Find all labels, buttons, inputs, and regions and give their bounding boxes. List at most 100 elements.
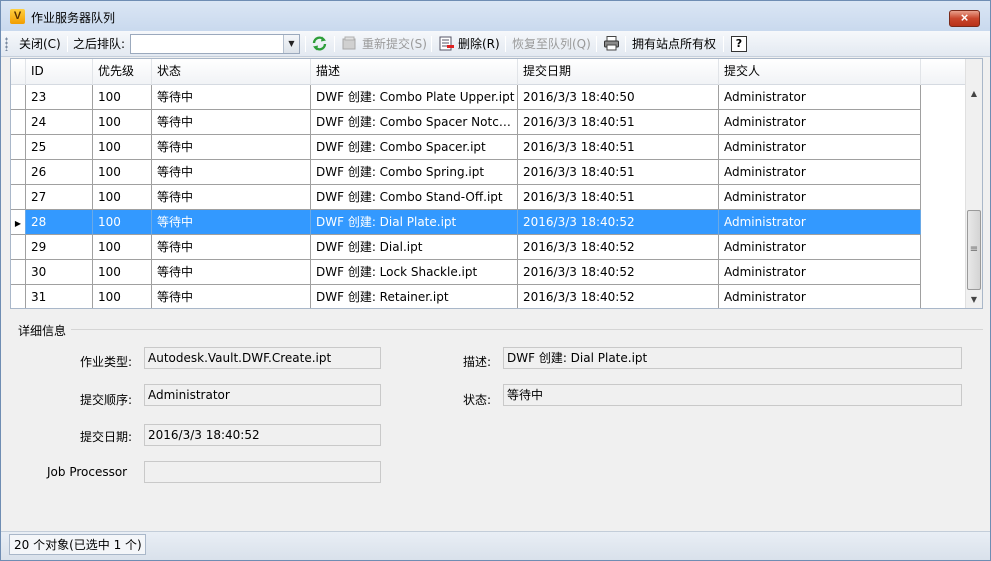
cell-status: 等待中	[152, 135, 311, 160]
status-object-count: 20 个对象(已选中 1 个)	[9, 534, 146, 555]
column-header-priority[interactable]: 优先级	[93, 59, 152, 85]
requeue-after-combo[interactable]: ▼	[130, 34, 300, 54]
table-row[interactable]: 27 100 等待中 DWF 创建: Combo Stand-Off.ipt 2016/…	[11, 185, 971, 210]
job-type-field[interactable]: Autodesk.Vault.DWF.Create.ipt	[144, 347, 381, 369]
cell-id: 23	[26, 85, 93, 110]
description-field[interactable]: DWF 创建: Dial Plate.ipt	[503, 347, 962, 369]
cell-priority: 100	[93, 110, 152, 135]
cell-submit-date: 2016/3/3 18:40:52	[518, 260, 719, 285]
job-type-label: 作业类型:	[80, 355, 133, 369]
table-row[interactable]: 23 100 等待中 DWF 创建: Combo Plate Upper.ipt 201…	[11, 85, 971, 110]
restore-to-queue-button[interactable]: 恢复至队列(Q)	[512, 35, 591, 53]
delete-button[interactable]: 删除(R)	[458, 35, 500, 53]
toolbar-separator	[625, 36, 626, 52]
job-queue-grid: ID 优先级 状态 描述 提交日期 提交人 23 100 等待中 DWF 创建: Co…	[10, 58, 983, 309]
grid-header: ID 优先级 状态 描述 提交日期 提交人	[11, 59, 971, 85]
cell-submitter: Administrator	[719, 210, 921, 235]
current-row-indicator-icon: ▶	[14, 219, 22, 228]
cell-submitter: Administrator	[719, 135, 921, 160]
title-bar[interactable]: V 作业服务器队列 ×	[1, 1, 990, 31]
cell-submitter: Administrator	[719, 160, 921, 185]
cell-priority: 100	[93, 135, 152, 160]
print-icon[interactable]	[603, 35, 620, 52]
row-indicator	[11, 160, 26, 185]
cell-submit-date: 2016/3/3 18:40:51	[518, 135, 719, 160]
cell-submit-date: 2016/3/3 18:40:51	[518, 110, 719, 135]
cell-submit-date: 2016/3/3 18:40:52	[518, 285, 719, 308]
cell-priority: 100	[93, 185, 152, 210]
scroll-grip-icon: ≡	[969, 244, 979, 255]
header-indicator	[11, 59, 26, 85]
cell-submit-date: 2016/3/3 18:40:52	[518, 235, 719, 260]
toolbar-separator	[596, 36, 597, 52]
scroll-down-icon[interactable]: ▼	[966, 291, 982, 308]
scroll-up-icon[interactable]: ▲	[966, 85, 982, 102]
job-processor-field[interactable]	[144, 461, 381, 483]
help-icon[interactable]: ?	[731, 36, 747, 52]
cell-status: 等待中	[152, 185, 311, 210]
cell-id: 25	[26, 135, 93, 160]
resubmit-button[interactable]: 重新提交(S)	[362, 35, 427, 53]
table-row[interactable]: 25 100 等待中 DWF 创建: Combo Spacer.ipt 2016/3/3…	[11, 135, 971, 160]
cell-id: 24	[26, 110, 93, 135]
toolbar-separator	[723, 36, 724, 52]
table-row[interactable]: 30 100 等待中 DWF 创建: Lock Shackle.ipt 2016/3/3…	[11, 260, 971, 285]
status-bar: 20 个对象(已选中 1 个)	[1, 531, 990, 560]
refresh-icon[interactable]	[311, 35, 328, 52]
delete-icon	[439, 36, 454, 51]
submit-order-field[interactable]: Administrator	[144, 384, 381, 406]
table-row[interactable]: 24 100 等待中 DWF 创建: Combo Spacer Notch.... 20…	[11, 110, 971, 135]
cell-submitter: Administrator	[719, 185, 921, 210]
job-queue-window: V 作业服务器队列 × 关闭(C) 之后排队: ▼ 重新提交(S) 删除(R) …	[0, 0, 991, 561]
cell-priority: 100	[93, 85, 152, 110]
close-window-button[interactable]: ×	[949, 10, 980, 27]
toolbar-separator	[334, 36, 335, 52]
column-header-id[interactable]: ID	[26, 59, 93, 85]
requeue-after-label: 之后排队:	[73, 37, 126, 51]
column-header-description[interactable]: 描述	[311, 59, 518, 85]
table-row[interactable]: 31 100 等待中 DWF 创建: Retainer.ipt 2016/3/3 18:…	[11, 285, 971, 308]
vertical-scrollbar[interactable]: ▲ ≡ ▼	[965, 59, 982, 308]
column-header-status[interactable]: 状态	[152, 59, 311, 85]
status-field[interactable]: 等待中	[503, 384, 962, 406]
cell-description: DWF 创建: Combo Spring.ipt	[311, 160, 518, 185]
cell-description: DWF 创建: Combo Spacer.ipt	[311, 135, 518, 160]
close-button[interactable]: 关闭(C)	[19, 35, 61, 53]
column-header-submitter[interactable]: 提交人	[719, 59, 921, 85]
submit-date-field[interactable]: 2016/3/3 18:40:52	[144, 424, 381, 446]
table-row[interactable]: 29 100 等待中 DWF 创建: Dial.ipt 2016/3/3 18:40:5…	[11, 235, 971, 260]
status-label: 状态:	[463, 393, 492, 407]
table-row[interactable]: 26 100 等待中 DWF 创建: Combo Spring.ipt 2016/3/3…	[11, 160, 971, 185]
submit-date-label: 提交日期:	[80, 430, 133, 444]
cell-submitter: Administrator	[719, 285, 921, 308]
cell-description: DWF 创建: Combo Spacer Notch....	[311, 110, 518, 135]
cell-priority: 100	[93, 210, 152, 235]
table-row[interactable]: ▶ 28 100 等待中 DWF 创建: Dial Plate.ipt 2016/3/3 …	[11, 210, 971, 235]
cell-description: DWF 创建: Dial.ipt	[311, 235, 518, 260]
cell-status: 等待中	[152, 110, 311, 135]
row-indicator	[11, 260, 26, 285]
chevron-down-icon[interactable]: ▼	[283, 35, 299, 53]
cell-status: 等待中	[152, 235, 311, 260]
scrollbar-thumb[interactable]: ≡	[967, 210, 981, 290]
description-label: 描述:	[463, 355, 492, 369]
cell-id: 30	[26, 260, 93, 285]
row-indicator	[11, 285, 26, 308]
cell-priority: 100	[93, 160, 152, 185]
job-processor-label: Job Processor	[47, 465, 128, 479]
cell-status: 等待中	[152, 210, 311, 235]
cell-status: 等待中	[152, 285, 311, 308]
cell-description: DWF 创建: Combo Plate Upper.ipt	[311, 85, 518, 110]
window-title: 作业服务器队列	[31, 11, 116, 25]
row-indicator	[11, 85, 26, 110]
row-indicator: ▶	[11, 210, 26, 235]
cell-id: 29	[26, 235, 93, 260]
cell-submitter: Administrator	[719, 235, 921, 260]
cell-description: DWF 创建: Lock Shackle.ipt	[311, 260, 518, 285]
column-header-submit-date[interactable]: 提交日期	[518, 59, 719, 85]
cell-description: DWF 创建: Combo Stand-Off.ipt	[311, 185, 518, 210]
resubmit-icon	[342, 36, 356, 50]
toolbar-separator	[431, 36, 432, 52]
toolbar-grip-icon[interactable]	[5, 37, 8, 51]
take-site-ownership-button[interactable]: 拥有站点所有权	[632, 35, 716, 53]
